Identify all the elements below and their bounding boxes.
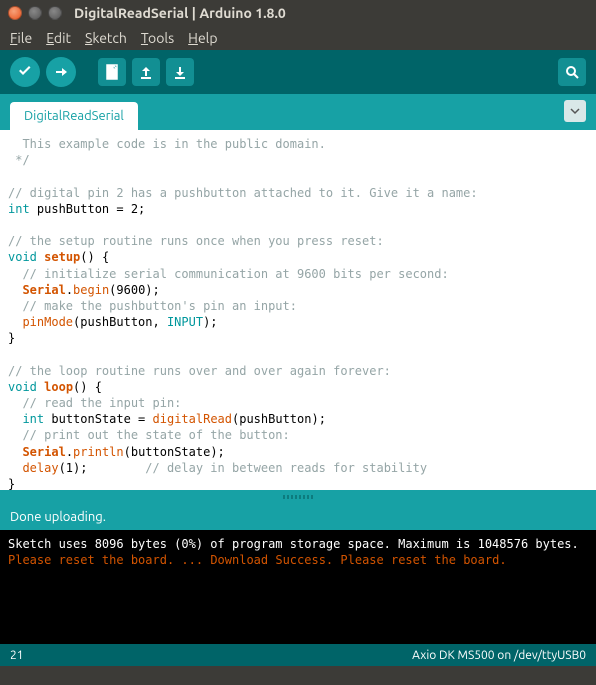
console-line: ... [181,553,203,567]
menu-file[interactable]: File [10,30,32,46]
window-buttons [8,6,62,20]
line-number: 21 [10,649,24,662]
code-text: (1); [59,461,88,475]
window-titlebar: DigitalReadSerial | Arduino 1.8.0 [0,0,596,26]
code-comment: // delay in between reads for stability [87,461,427,475]
console-output[interactable]: Sketch uses 8096 bytes (0%) of program s… [0,530,596,644]
console-line: Download Success. [210,553,333,567]
menu-help[interactable]: Help [188,30,217,46]
code-comment: // the setup routine runs once when you … [8,234,384,248]
file-icon [104,64,120,80]
console-line: Sketch uses 8096 bytes (0%) of program s… [8,537,579,551]
console-line: Please reset the board. [8,553,174,567]
tab-bar: DigitalReadSerial [0,94,596,130]
code-keyword: int [22,412,44,426]
chevron-down-icon [570,106,580,116]
code-comment: // read the input pin: [8,396,181,410]
code-comment: // the loop routine runs over and over a… [8,364,391,378]
code-function: delay [22,461,58,475]
code-function: pinMode [22,315,73,329]
arrow-down-icon [172,64,188,80]
status-message: Done uploading. [10,510,106,524]
grip-icon [283,495,313,499]
code-comment: This example code is in the public domai… [8,137,326,151]
footer-bar: 21 Axio DK MS500 on /dev/ttyUSB0 [0,644,596,666]
new-sketch-button[interactable] [98,58,126,86]
code-text: } [8,331,15,345]
menu-sketch[interactable]: Sketch [85,30,127,46]
code-class: Serial [22,445,65,459]
code-function: loop [44,380,73,394]
code-text: (9600); [109,283,160,297]
code-text: () { [73,380,102,394]
code-comment: // print out the state of the button: [8,428,290,442]
arrow-up-icon [138,64,154,80]
code-keyword: void [8,250,37,264]
arrow-right-icon [53,64,69,80]
pane-divider[interactable] [0,490,596,504]
serial-monitor-button[interactable] [558,58,586,86]
code-editor[interactable]: This example code is in the public domai… [0,130,596,490]
code-comment: // initialize serial communication at 96… [8,267,449,281]
code-function: println [73,445,124,459]
code-text: (buttonState); [124,445,225,459]
code-function: begin [73,283,109,297]
code-text: (pushButton, [73,315,167,329]
verify-button[interactable] [10,57,40,87]
code-comment: // digital pin 2 has a pushbutton attach… [8,186,478,200]
window-title: DigitalReadSerial | Arduino 1.8.0 [74,5,286,21]
code-constant: INPUT [167,315,203,329]
save-sketch-button[interactable] [166,58,194,86]
close-window-button[interactable] [8,6,22,20]
status-bar: Done uploading. [0,504,596,530]
magnifier-icon [564,64,580,80]
code-text: . [66,445,73,459]
board-info: Axio DK MS500 on /dev/ttyUSB0 [412,649,586,662]
code-text: (pushButton); [232,412,326,426]
console-line: Please reset the board. [340,553,506,567]
code-text: } [8,477,15,490]
toolbar [0,50,596,94]
code-function: digitalRead [153,412,232,426]
upload-button[interactable] [46,57,76,87]
minimize-window-button[interactable] [28,6,42,20]
code-text: pushButton = 2; [30,202,146,216]
code-function: setup [44,250,80,264]
code-text: ); [203,315,217,329]
open-sketch-button[interactable] [132,58,160,86]
maximize-window-button[interactable] [48,6,62,20]
code-keyword: void [8,380,37,394]
code-text: buttonState = [44,412,152,426]
menu-edit[interactable]: Edit [46,30,71,46]
code-text: . [66,283,73,297]
code-comment: */ [8,153,30,167]
code-comment: // make the pushbutton's pin an input: [8,299,297,313]
menubar: File Edit Sketch Tools Help [0,26,596,50]
check-icon [17,64,33,80]
tab-menu-dropdown[interactable] [564,100,586,122]
menu-tools[interactable]: Tools [141,30,174,46]
code-text: () { [80,250,109,264]
tab-sketch[interactable]: DigitalReadSerial [10,102,138,130]
code-keyword: int [8,202,30,216]
code-class: Serial [22,283,65,297]
